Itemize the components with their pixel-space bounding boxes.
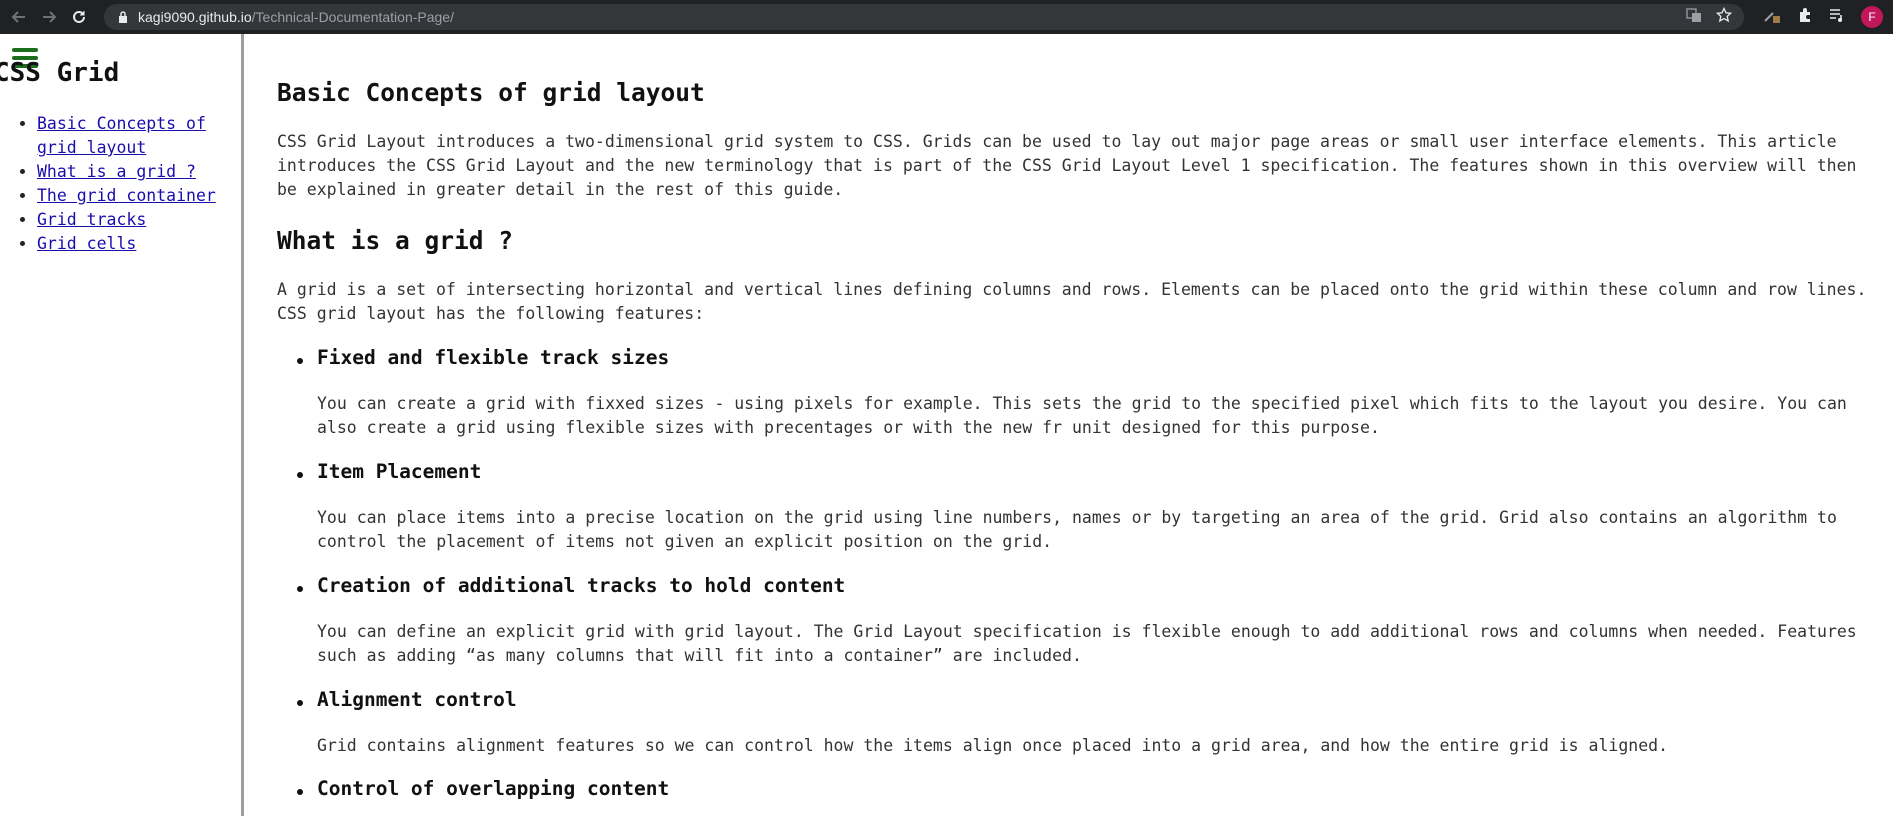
sidebar-item-what-is-a-grid: What is a grid ?: [37, 160, 234, 184]
nav-link-grid-container[interactable]: The grid container: [37, 186, 216, 205]
arrow-right-icon: [43, 11, 57, 23]
sidebar-item-grid-container: The grid container: [37, 184, 234, 208]
sidebar-link-list: Basic Concepts of grid layout What is a …: [12, 112, 234, 256]
sidebar-title: CSS Grid: [0, 58, 120, 88]
section-title-basic-concepts: Basic Concepts of grid layout: [277, 78, 705, 107]
bullet-dot: [297, 789, 303, 795]
feature-text-item-placement: You can place items into a precise locat…: [317, 508, 1837, 551]
nav-link-grid-tracks[interactable]: Grid tracks: [37, 210, 146, 229]
feature-text-additional-tracks: You can define an explicit grid with gri…: [317, 622, 1857, 665]
nav-link-basic-concepts[interactable]: Basic Concepts of grid layout: [37, 114, 206, 157]
url-host: kagi9090.github.io: [138, 9, 252, 25]
extension-tool-icon[interactable]: [1763, 6, 1781, 28]
feature-text-track-sizes: You can create a grid with fixxed sizes …: [317, 394, 1847, 437]
arrow-left-icon: [11, 11, 25, 23]
feature-title-overlapping-content: Control of overlapping content: [317, 777, 670, 800]
feature-title-additional-tracks: Creation of additional tracks to hold co…: [317, 574, 846, 597]
section-text-what-is-a-grid: A grid is a set of intersecting horizont…: [277, 280, 1867, 323]
feature-title-alignment-control: Alignment control: [317, 688, 517, 711]
bullet-dot: [297, 586, 303, 592]
reload-button[interactable]: [66, 4, 92, 30]
profile-avatar[interactable]: F: [1861, 6, 1883, 28]
browser-toolbar: kagi9090.github.io/Technical-Documentati…: [0, 0, 1893, 34]
bookmark-star-icon[interactable]: [1715, 6, 1733, 27]
section-text-basic-concepts: CSS Grid Layout introduces a two-dimensi…: [277, 132, 1857, 199]
feature-text-alignment-control: Grid contains alignment features so we c…: [317, 736, 1669, 755]
back-button[interactable]: [6, 4, 32, 30]
lock-icon: [118, 11, 128, 23]
main-document: Basic Concepts of grid layout CSS Grid L…: [277, 34, 1877, 816]
bullet-dot: [297, 700, 303, 706]
forward-button[interactable]: [36, 4, 62, 30]
sidebar-item-grid-cells: Grid cells: [37, 232, 234, 256]
section-title-what-is-a-grid: What is a grid ?: [277, 226, 514, 255]
url-text[interactable]: kagi9090.github.io/Technical-Documentati…: [138, 9, 454, 25]
nav-link-grid-cells[interactable]: Grid cells: [37, 234, 136, 253]
translate-icon[interactable]: [1686, 7, 1702, 27]
puzzle-extensions-icon[interactable]: [1797, 7, 1813, 27]
nav-link-what-is-a-grid[interactable]: What is a grid ?: [37, 162, 196, 181]
sidebar-item-grid-tracks: Grid tracks: [37, 208, 234, 232]
bullet-dot: [297, 472, 303, 478]
media-queue-icon[interactable]: [1829, 7, 1845, 27]
address-bar[interactable]: kagi9090.github.io/Technical-Documentati…: [104, 4, 1744, 30]
url-path: /Technical-Documentation-Page/: [251, 9, 454, 25]
bullet-dot: [297, 358, 303, 364]
sidebar-item-basic-concepts: Basic Concepts of grid layout: [37, 112, 234, 160]
reload-icon: [73, 10, 85, 23]
feature-title-track-sizes: Fixed and flexible track sizes: [317, 346, 670, 369]
sidebar-nav: CSS Grid Basic Concepts of grid layout W…: [0, 34, 244, 816]
feature-title-item-placement: Item Placement: [317, 460, 482, 483]
